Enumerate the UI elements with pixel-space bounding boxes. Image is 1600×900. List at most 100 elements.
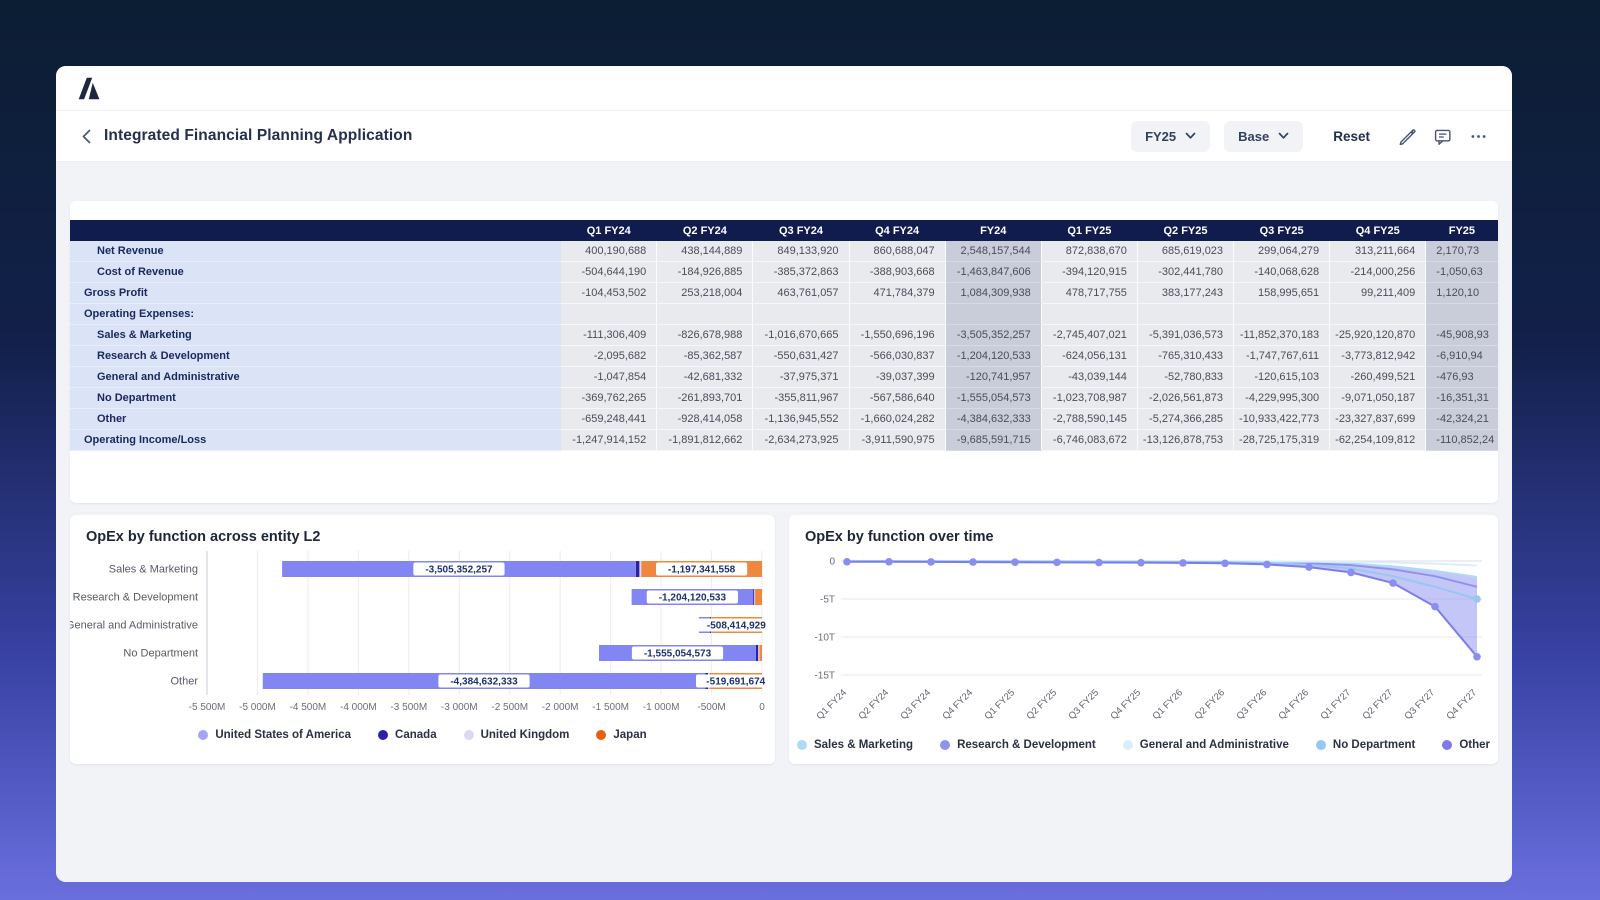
table-cell[interactable]: -2,634,273,925 <box>753 430 849 451</box>
table-cell[interactable]: -10,933,422,773 <box>1234 409 1330 430</box>
table-cell[interactable]: 1,120,10 <box>1426 283 1498 304</box>
table-cell[interactable]: 872,838,670 <box>1041 241 1137 262</box>
entity-legend-item[interactable]: Japan <box>596 729 646 741</box>
table-cell[interactable]: 1,084,309,938 <box>945 283 1041 304</box>
table-cell[interactable]: -214,000,256 <box>1330 262 1426 283</box>
table-cell[interactable]: -9,071,050,187 <box>1330 388 1426 409</box>
table-cell[interactable]: 685,619,023 <box>1137 241 1233 262</box>
table-cell[interactable]: -120,615,103 <box>1234 367 1330 388</box>
table-cell[interactable]: -476,93 <box>1426 367 1498 388</box>
table-cell[interactable]: 2,548,157,544 <box>945 241 1041 262</box>
table-cell[interactable]: 383,177,243 <box>1137 283 1233 304</box>
table-cell[interactable]: -2,095,682 <box>561 346 657 367</box>
table-cell[interactable]: -567,586,640 <box>849 388 945 409</box>
table-cell[interactable]: 438,144,889 <box>657 241 753 262</box>
table-cell[interactable] <box>1137 304 1233 325</box>
table-cell[interactable]: -140,068,628 <box>1234 262 1330 283</box>
more-options-button[interactable] <box>1469 127 1488 146</box>
table-cell[interactable]: -5,391,036,573 <box>1137 325 1233 346</box>
table-cell[interactable]: -1,550,696,196 <box>849 325 945 346</box>
table-cell[interactable]: -1,023,708,987 <box>1041 388 1137 409</box>
table-cell[interactable] <box>945 304 1041 325</box>
table-cell[interactable]: -1,050,63 <box>1426 262 1498 283</box>
table-cell[interactable] <box>657 304 753 325</box>
table-cell[interactable]: -765,310,433 <box>1137 346 1233 367</box>
table-cell[interactable]: -3,505,352,257 <box>945 325 1041 346</box>
function-legend-item[interactable]: General and Administrative <box>1123 739 1289 751</box>
table-cell[interactable]: -3,773,812,942 <box>1330 346 1426 367</box>
table-cell[interactable]: 299,064,279 <box>1234 241 1330 262</box>
table-cell[interactable]: -39,037,399 <box>849 367 945 388</box>
table-cell[interactable] <box>1234 304 1330 325</box>
reset-button[interactable]: Reset <box>1333 129 1370 144</box>
table-cell[interactable]: -25,920,120,870 <box>1330 325 1426 346</box>
table-cell[interactable]: -16,351,31 <box>1426 388 1498 409</box>
table-cell[interactable] <box>753 304 849 325</box>
table-cell[interactable]: -13,126,878,753 <box>1137 430 1233 451</box>
table-cell[interactable]: -45,908,93 <box>1426 325 1498 346</box>
function-legend-item[interactable]: Research & Development <box>940 739 1096 751</box>
table-cell[interactable]: -6,910,94 <box>1426 346 1498 367</box>
table-cell[interactable]: -1,247,914,152 <box>561 430 657 451</box>
table-cell[interactable] <box>1330 304 1426 325</box>
table-cell[interactable]: -37,975,371 <box>753 367 849 388</box>
entity-legend-item[interactable]: Canada <box>378 729 437 741</box>
table-cell[interactable]: 400,190,688 <box>561 241 657 262</box>
table-cell[interactable]: -2,788,590,145 <box>1041 409 1137 430</box>
table-cell[interactable]: -111,306,409 <box>561 325 657 346</box>
table-cell[interactable]: -5,274,366,285 <box>1137 409 1233 430</box>
table-cell[interactable]: -1,660,024,282 <box>849 409 945 430</box>
table-cell[interactable] <box>561 304 657 325</box>
table-cell[interactable]: 860,688,047 <box>849 241 945 262</box>
table-cell[interactable]: -11,852,370,183 <box>1234 325 1330 346</box>
table-cell[interactable]: 158,995,651 <box>1234 283 1330 304</box>
table-cell[interactable]: -566,030,837 <box>849 346 945 367</box>
table-cell[interactable]: -1,463,847,606 <box>945 262 1041 283</box>
function-legend-item[interactable]: No Department <box>1316 739 1415 751</box>
table-cell[interactable]: -85,362,587 <box>657 346 753 367</box>
table-cell[interactable]: 463,761,057 <box>753 283 849 304</box>
table-cell[interactable]: -1,136,945,552 <box>753 409 849 430</box>
table-cell[interactable]: 99,211,409 <box>1330 283 1426 304</box>
version-selector-dropdown[interactable]: Base <box>1224 121 1303 152</box>
table-cell[interactable]: -1,016,670,665 <box>753 325 849 346</box>
entity-legend-item[interactable]: United Kingdom <box>464 729 570 741</box>
table-cell[interactable]: -355,811,967 <box>753 388 849 409</box>
table-cell[interactable]: 2,170,73 <box>1426 241 1498 262</box>
table-cell[interactable]: -659,248,441 <box>561 409 657 430</box>
table-cell[interactable]: -4,384,632,333 <box>945 409 1041 430</box>
table-cell[interactable]: -550,631,427 <box>753 346 849 367</box>
table-cell[interactable]: -43,039,144 <box>1041 367 1137 388</box>
table-cell[interactable]: -1,047,854 <box>561 367 657 388</box>
table-cell[interactable]: -184,926,885 <box>657 262 753 283</box>
table-cell[interactable]: -928,414,058 <box>657 409 753 430</box>
table-cell[interactable]: 471,784,379 <box>849 283 945 304</box>
table-cell[interactable]: -42,324,21 <box>1426 409 1498 430</box>
table-cell[interactable]: 478,717,755 <box>1041 283 1137 304</box>
table-cell[interactable]: -1,891,812,662 <box>657 430 753 451</box>
comment-button[interactable] <box>1433 127 1452 146</box>
table-cell[interactable]: -9,685,591,715 <box>945 430 1041 451</box>
table-cell[interactable]: -120,741,957 <box>945 367 1041 388</box>
table-cell[interactable]: -1,204,120,533 <box>945 346 1041 367</box>
table-cell[interactable]: -1,555,054,573 <box>945 388 1041 409</box>
table-cell[interactable]: -394,120,915 <box>1041 262 1137 283</box>
table-cell[interactable]: -6,746,083,672 <box>1041 430 1137 451</box>
table-cell[interactable]: -28,725,175,319 <box>1234 430 1330 451</box>
table-cell[interactable]: -624,056,131 <box>1041 346 1137 367</box>
function-legend-item[interactable]: Other <box>1442 739 1490 751</box>
table-cell[interactable]: -261,893,701 <box>657 388 753 409</box>
table-cell[interactable]: -104,453,502 <box>561 283 657 304</box>
table-cell[interactable]: -504,644,190 <box>561 262 657 283</box>
table-cell[interactable]: -369,762,265 <box>561 388 657 409</box>
table-cell[interactable]: -260,499,521 <box>1330 367 1426 388</box>
table-cell[interactable]: -62,254,109,812 <box>1330 430 1426 451</box>
table-cell[interactable]: -1,747,767,611 <box>1234 346 1330 367</box>
table-cell[interactable]: -2,026,561,873 <box>1137 388 1233 409</box>
table-cell[interactable]: -2,745,407,021 <box>1041 325 1137 346</box>
table-cell[interactable]: 313,211,664 <box>1330 241 1426 262</box>
table-cell[interactable]: -388,903,668 <box>849 262 945 283</box>
entity-legend-item[interactable]: United States of America <box>198 729 351 741</box>
table-cell[interactable]: -385,372,863 <box>753 262 849 283</box>
table-cell[interactable]: -42,681,332 <box>657 367 753 388</box>
